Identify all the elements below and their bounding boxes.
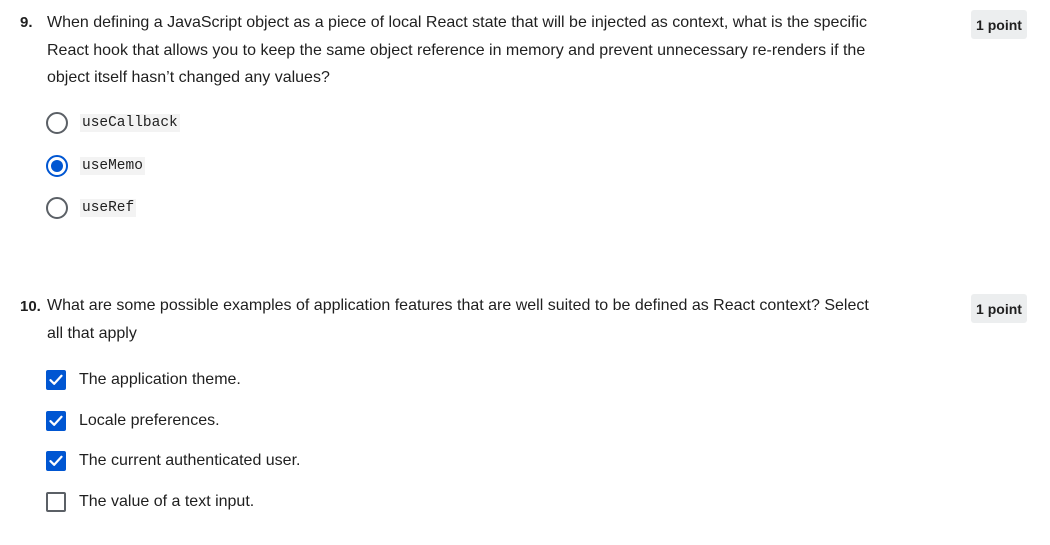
checkmark-icon	[49, 455, 63, 466]
question-text: What are some possible examples of appli…	[47, 297, 869, 342]
option-label: The current authenticated user.	[79, 452, 301, 469]
radio-option-usecallback[interactable]: useCallback	[46, 111, 180, 135]
option-label: useRef	[80, 199, 137, 217]
checkbox-unchecked[interactable]	[46, 492, 66, 512]
checkbox-checked[interactable]	[46, 451, 66, 471]
question-number: 9.	[20, 14, 33, 31]
question-text: When defining a JavaScript object as a p…	[47, 14, 867, 86]
checkbox-option-locale[interactable]: Locale preferences.	[46, 409, 220, 433]
question-number: 10.	[20, 298, 41, 315]
radio-button-selected[interactable]	[46, 155, 68, 177]
checkmark-icon	[49, 374, 63, 385]
checkbox-option-theme[interactable]: The application theme.	[46, 368, 241, 392]
radio-button[interactable]	[46, 112, 68, 134]
points-badge: 1 point	[971, 294, 1027, 323]
option-label: useCallback	[80, 114, 180, 132]
radio-option-usememo[interactable]: useMemo	[46, 154, 145, 178]
option-label: Locale preferences.	[79, 412, 220, 429]
option-label: The application theme.	[79, 371, 241, 388]
points-badge: 1 point	[971, 10, 1027, 39]
radio-button[interactable]	[46, 197, 68, 219]
checkbox-option-text-input[interactable]: The value of a text input.	[46, 490, 254, 514]
checkbox-checked[interactable]	[46, 370, 66, 390]
option-label: The value of a text input.	[79, 493, 255, 510]
radio-dot-icon	[51, 160, 63, 172]
option-label: useMemo	[80, 157, 145, 175]
radio-option-useref[interactable]: useRef	[46, 196, 137, 220]
checkbox-checked[interactable]	[46, 411, 66, 431]
checkmark-icon	[49, 415, 63, 426]
checkbox-option-user[interactable]: The current authenticated user.	[46, 449, 300, 473]
